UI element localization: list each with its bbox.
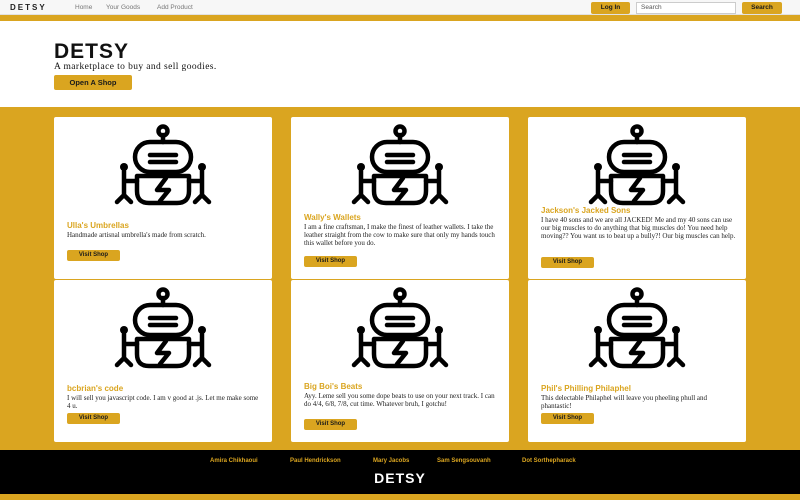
robot-icon	[588, 287, 686, 369]
shop-description: I will sell you javascript code. I am v …	[67, 394, 259, 411]
robot-icon	[114, 287, 212, 369]
footer-brand: DETSY	[374, 470, 426, 486]
visit-shop-button[interactable]: Visit Shop	[541, 413, 594, 424]
shop-description: This delectable Philaphel will leave you…	[541, 394, 708, 411]
shop-card-phils-philling-philaphel: Phil's Philling Philaphel This delectabl…	[528, 280, 746, 442]
open-shop-button[interactable]: Open A Shop	[54, 75, 132, 90]
visit-shop-button[interactable]: Visit Shop	[304, 419, 357, 430]
shop-description: I have 40 sons and we are all JACKED! Me…	[541, 216, 736, 241]
nav-link-your-goods[interactable]: Your Goods	[106, 4, 140, 11]
shop-description: I am a fine craftsman, I make the finest…	[304, 223, 495, 248]
hero-subtitle: A marketplace to buy and sell goodies.	[54, 62, 217, 72]
shop-card-big-bois-beats: Big Boi's Beats Ayy. Leme sell you some …	[291, 280, 509, 442]
shop-title[interactable]: Phil's Philling Philaphel	[541, 384, 631, 393]
shop-card-wallys-wallets: Wally's Wallets I am a fine craftsman, I…	[291, 117, 509, 279]
shop-card-bcbrians-code: bcbrian's code I will sell you javascrip…	[54, 280, 272, 442]
bottom-accent-strip	[0, 494, 800, 500]
footer-author-name[interactable]: Paul Hendrickson	[290, 458, 341, 464]
shop-title[interactable]: Big Boi's Beats	[304, 382, 362, 391]
shop-card-jacksons-jacked-sons: Jackson's Jacked Sons I have 40 sons and…	[528, 117, 746, 279]
shop-title[interactable]: Jackson's Jacked Sons	[541, 206, 631, 215]
hero-title: DETSY	[54, 40, 130, 63]
shop-description: Handmade artisnal umbrella's made from s…	[67, 231, 206, 239]
login-button[interactable]: Log In	[591, 2, 630, 14]
visit-shop-button[interactable]: Visit Shop	[67, 413, 120, 424]
robot-icon	[114, 124, 212, 206]
visit-shop-button[interactable]: Visit Shop	[304, 256, 357, 267]
footer-author-name[interactable]: Mary Jacobs	[373, 458, 409, 464]
shop-title[interactable]: Wally's Wallets	[304, 213, 361, 222]
footer-author-name[interactable]: Sam Sengsouvanh	[437, 458, 491, 464]
visit-shop-button[interactable]: Visit Shop	[67, 250, 120, 261]
shop-card-ullas-umbrellas: Ulla's Umbrellas Handmade artisnal umbre…	[54, 117, 272, 279]
hero: DETSY A marketplace to buy and sell good…	[0, 21, 800, 107]
footer-author-name[interactable]: Amira Chikhaoui	[210, 458, 258, 464]
footer-author-name[interactable]: Dot Sorthepharack	[522, 458, 576, 464]
robot-icon	[351, 287, 449, 369]
search-input[interactable]: Search	[636, 2, 736, 14]
robot-icon	[351, 124, 449, 206]
navbar: DETSY Home Your Goods Add Product Log In…	[0, 0, 800, 15]
robot-icon	[588, 124, 686, 206]
nav-link-home[interactable]: Home	[75, 4, 92, 11]
shop-title[interactable]: Ulla's Umbrellas	[67, 221, 129, 230]
shop-description: Ayy. Leme sell you some dope beats to us…	[304, 392, 495, 409]
nav-brand[interactable]: DETSY	[10, 3, 47, 12]
shop-title[interactable]: bcbrian's code	[67, 384, 123, 393]
nav-link-add-product[interactable]: Add Product	[157, 4, 193, 11]
footer: Amira Chikhaoui Paul Hendrickson Mary Ja…	[0, 450, 800, 494]
visit-shop-button[interactable]: Visit Shop	[541, 257, 594, 268]
search-button[interactable]: Search	[742, 2, 782, 14]
shop-grid: Ulla's Umbrellas Handmade artisnal umbre…	[0, 107, 800, 450]
